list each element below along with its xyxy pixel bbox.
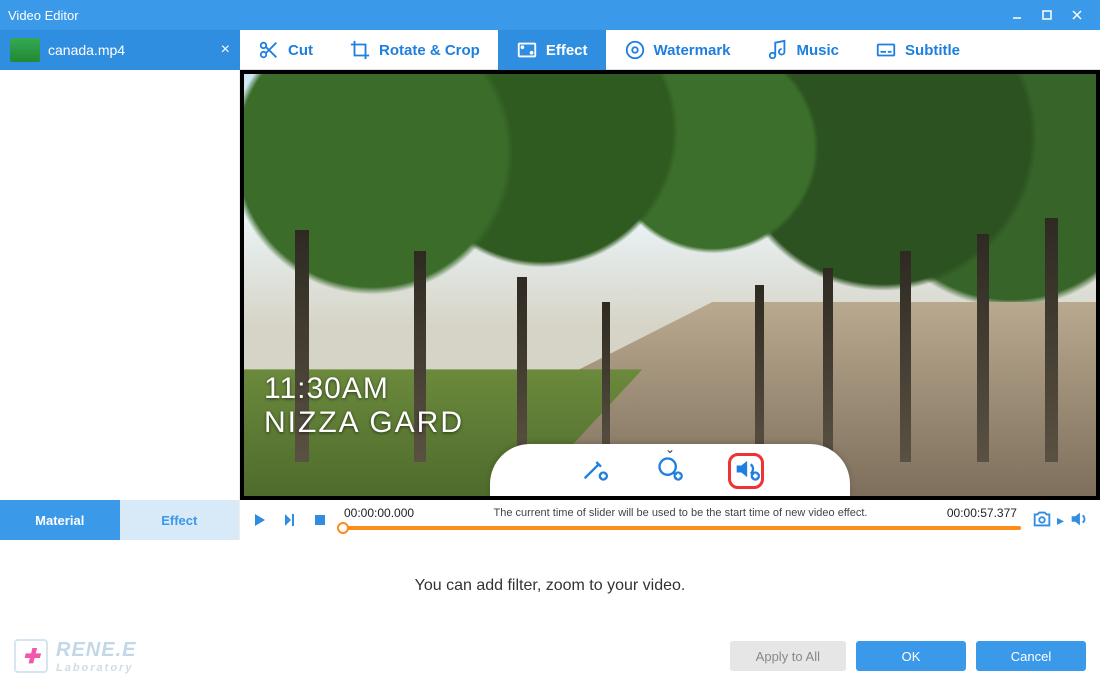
zoom-icon: [656, 455, 684, 488]
play-button[interactable]: [250, 510, 270, 530]
speaker-icon: [732, 455, 760, 488]
cancel-label: Cancel: [1011, 649, 1051, 664]
window-title: Video Editor: [8, 8, 79, 23]
apply-all-button[interactable]: Apply to All: [730, 641, 846, 671]
add-zoom-button[interactable]: [652, 453, 688, 489]
sidebar-body: [0, 70, 239, 500]
timeline-hint: The current time of slider will be used …: [493, 507, 867, 519]
slider-thumb[interactable]: [337, 522, 349, 534]
snapshot-button[interactable]: [1031, 508, 1053, 533]
maximize-button[interactable]: [1032, 0, 1062, 30]
bottom-bar: ✚ RENE.E Laboratory Apply to All OK Canc…: [0, 632, 1100, 680]
crop-icon: [349, 39, 371, 61]
add-audio-button[interactable]: [728, 453, 764, 489]
sidebar-tab-material[interactable]: Material: [0, 500, 120, 540]
tab-cut[interactable]: Cut: [240, 30, 331, 70]
brand-logo: ✚ RENE.E Laboratory: [14, 639, 136, 674]
file-name: canada.mp4: [48, 42, 125, 58]
tab-subtitle-label: Subtitle: [905, 42, 960, 59]
tab-watermark-label: Watermark: [654, 42, 731, 59]
tool-tabs: Cut Rotate & Crop Effect Watermark Music: [240, 30, 1100, 69]
main-area: Material Effect 11:30AM N: [0, 70, 1100, 540]
toolbar: canada.mp4 × Cut Rotate & Crop Effect W: [0, 30, 1100, 70]
sidebar-tab-effect[interactable]: Effect: [120, 500, 240, 540]
overlay-line1: 11:30AM: [264, 372, 464, 406]
music-icon: [767, 39, 789, 61]
sidebar: Material Effect: [0, 70, 240, 540]
tab-music[interactable]: Music: [749, 30, 858, 70]
time-start: 00:00:00.000: [344, 506, 414, 520]
tab-rotate-label: Rotate & Crop: [379, 42, 480, 59]
scissors-icon: [258, 39, 280, 61]
bottom-area: You can add filter, zoom to your video. …: [0, 540, 1100, 680]
chevron-right-icon: ▸: [1057, 512, 1064, 529]
file-close-icon[interactable]: ×: [221, 41, 230, 59]
tab-cut-label: Cut: [288, 42, 313, 59]
sidebar-tab-material-label: Material: [35, 513, 84, 528]
effect-icon: [516, 39, 538, 61]
chevron-down-icon[interactable]: ⌄: [665, 442, 675, 456]
tab-effect[interactable]: Effect: [498, 30, 606, 70]
stop-button[interactable]: [310, 510, 330, 530]
time-end: 00:00:57.377: [947, 506, 1017, 520]
video-preview[interactable]: 11:30AM NIZZA GARD ⌄: [244, 74, 1096, 496]
video-text-overlay: 11:30AM NIZZA GARD: [264, 372, 464, 440]
volume-button[interactable]: [1068, 508, 1090, 533]
effect-popover: ⌄: [490, 444, 850, 496]
file-thumbnail: [10, 38, 40, 62]
minimize-button[interactable]: [1002, 0, 1032, 30]
transport-bar: 00:00:00.000 The current time of slider …: [240, 500, 1100, 540]
timeline-slider[interactable]: [340, 522, 1021, 534]
close-window-button[interactable]: [1062, 0, 1092, 30]
stage: 11:30AM NIZZA GARD ⌄: [240, 70, 1100, 540]
titlebar: Video Editor: [0, 0, 1100, 30]
brand-cross-icon: ✚: [14, 639, 48, 673]
add-filter-button[interactable]: [576, 453, 612, 489]
watermark-icon: [624, 39, 646, 61]
cancel-button[interactable]: Cancel: [976, 641, 1086, 671]
brand-sub: Laboratory: [56, 662, 136, 674]
overlay-line2: NIZZA GARD: [264, 406, 464, 440]
apply-all-label: Apply to All: [756, 649, 820, 664]
ok-button[interactable]: OK: [856, 641, 966, 671]
info-text: You can add filter, zoom to your video.: [0, 540, 1100, 632]
file-tab[interactable]: canada.mp4 ×: [0, 30, 240, 70]
wand-icon: [580, 455, 608, 488]
tab-subtitle[interactable]: Subtitle: [857, 30, 978, 70]
sidebar-tabs: Material Effect: [0, 500, 239, 540]
tab-rotate-crop[interactable]: Rotate & Crop: [331, 30, 498, 70]
next-frame-button[interactable]: [280, 510, 300, 530]
tab-effect-label: Effect: [546, 42, 588, 59]
tab-music-label: Music: [797, 42, 840, 59]
brand-name: RENE.E: [56, 639, 136, 662]
ok-label: OK: [902, 649, 921, 664]
tab-watermark[interactable]: Watermark: [606, 30, 749, 70]
subtitle-icon: [875, 39, 897, 61]
sidebar-tab-effect-label: Effect: [161, 513, 197, 528]
